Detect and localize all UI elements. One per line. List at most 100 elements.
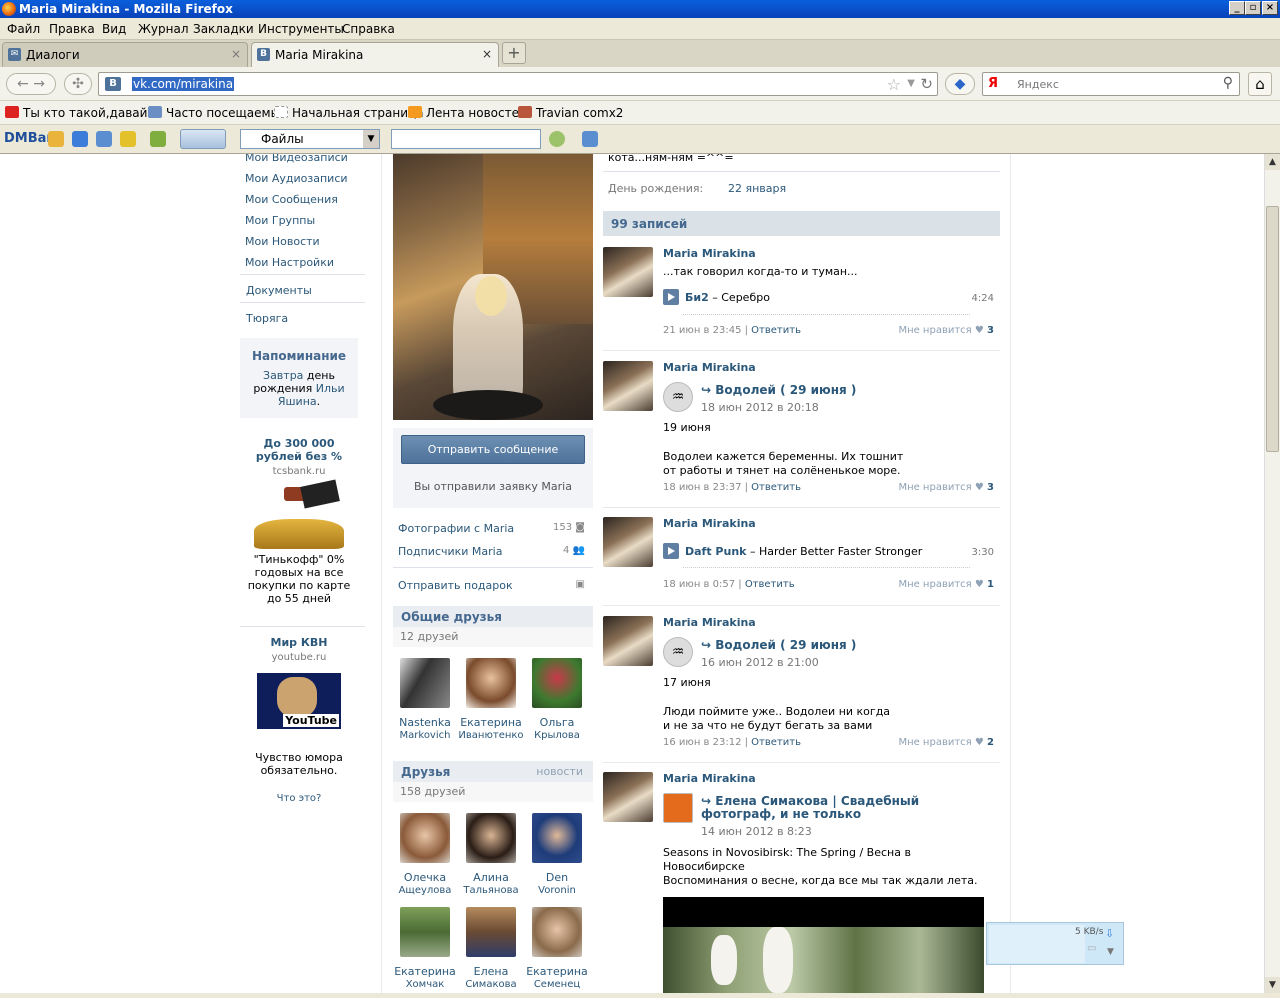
bookmark-item[interactable]: Ты кто такой,давай... [5,106,159,120]
post-author[interactable]: Maria Mirakina [663,772,756,785]
profile-photo[interactable] [393,154,593,420]
friend-card[interactable]: Ольга Крылова [524,658,590,742]
avatar[interactable] [603,517,653,567]
maximize-button[interactable]: ▫ [1245,1,1261,15]
ad-title[interactable]: Мир КВН [240,636,358,649]
files-select[interactable]: Файлы ▼ [240,129,380,149]
repost-title[interactable]: Елена Симакова | Свадебный фотограф, и н… [701,794,919,821]
avatar[interactable] [466,813,516,863]
menu-videos[interactable]: Мои Видеозаписи [245,154,348,164]
bookmark-item[interactable]: Travian comx2 [518,106,623,120]
repost-title[interactable]: Водолей ( 29 июня ) [715,638,856,652]
ad-image-money[interactable] [254,479,344,549]
dmbar-input[interactable] [391,129,541,149]
friend-first-name[interactable]: Екатерина [392,965,458,978]
friend-last-name[interactable]: Симакова [458,978,524,991]
friend-card[interactable]: Екатерина Семенец [524,907,590,991]
avatar[interactable] [603,616,653,666]
bookmark-item[interactable]: Часто посещаемые [148,106,287,120]
track-progress[interactable] [683,314,970,315]
menu-messages[interactable]: Мои Сообщения [245,193,338,206]
bookmark-star-icon[interactable]: ☆ [887,75,901,94]
friend-last-name[interactable]: Тальянова [458,884,524,897]
scrollbar[interactable]: ▲ ▼ [1264,154,1280,993]
friend-last-name[interactable]: Хомчак [392,978,458,991]
avatar[interactable] [532,907,582,957]
post-author[interactable]: Maria Mirakina [663,616,756,629]
chat-icon[interactable]: ▭ [1087,943,1096,954]
repost-source[interactable]: ↪ Водолей ( 29 июня ) [701,639,991,652]
reminder-link-tomorrow[interactable]: Завтра [263,369,303,382]
menu-news[interactable]: Мои Новости [245,235,320,248]
friend-card[interactable]: Олечка Ащеулова [392,813,458,897]
post-date[interactable]: 21 июн в 23:45 [663,325,741,336]
post-image[interactable] [663,897,984,993]
wall-header[interactable]: 99 записей [603,211,1000,236]
repost-date[interactable]: 18 июн 2012 в 20:18 [701,401,819,414]
audio-track[interactable]: Би2 – Серебро [663,289,770,305]
home-icon[interactable]: ⌂ [1248,72,1272,96]
friend-last-name[interactable]: Крылова [524,729,590,742]
menu-file[interactable]: Файл [7,22,40,36]
friends-header[interactable]: Друзья новости [393,761,593,783]
play-icon[interactable] [663,289,679,305]
bookmark-item[interactable]: Начальная страница [274,106,424,120]
download-icon[interactable]: ⇩ [1105,927,1114,940]
avatar[interactable] [400,907,450,957]
reload-icon[interactable]: ↻ [920,75,933,93]
post-author[interactable]: Maria Mirakina [663,247,756,260]
add-icon[interactable] [72,131,88,147]
download-widget[interactable]: 5 KB/s ⇩ ▭ ▼ [986,922,1124,965]
reply-link[interactable]: Ответить [745,579,795,590]
friend-first-name[interactable]: Екатерина [458,716,524,729]
repost-title[interactable]: Водолей ( 29 июня ) [715,383,856,397]
ad-kvn[interactable]: Мир КВН youtube.ru YouTube Чувство юмора… [240,636,358,804]
puzzle-icon[interactable]: ✣ [64,73,92,95]
ad-image-youtube[interactable]: YouTube [257,673,341,729]
menu-settings[interactable]: Мои Настройки [245,256,334,269]
friend-last-name[interactable]: Ащеулова [392,884,458,897]
menu-turyaga[interactable]: Тюряга [246,312,288,325]
friend-first-name[interactable]: Олечка [392,871,458,884]
friend-card[interactable]: Алина Тальянова [458,813,524,897]
friend-card[interactable]: Nastenka Markovich [392,658,458,742]
post-date[interactable]: 18 июн в 23:37 [663,482,741,493]
menu-audios[interactable]: Мои Аудиозаписи [245,172,348,185]
friends-news-link[interactable]: новости [536,765,583,778]
windows-icon[interactable] [96,131,112,147]
friend-first-name[interactable]: Nastenka [392,716,458,729]
menu-history[interactable]: Журнал [138,22,189,36]
friend-first-name[interactable]: Den [524,871,590,884]
scroll-thumb[interactable] [1266,206,1279,452]
avatar[interactable] [603,247,653,297]
aquarius-icon[interactable]: ♒ [663,637,693,667]
scroll-up-icon[interactable]: ▲ [1265,154,1280,170]
minimize-button[interactable]: _ [1229,1,1245,15]
hand-button[interactable] [180,129,226,149]
ad-title[interactable]: До 300 000 рублей без % [240,437,358,463]
friend-first-name[interactable]: Елена [458,965,524,978]
friend-first-name[interactable]: Ольга [524,716,590,729]
post-author[interactable]: Maria Mirakina [663,517,756,530]
post-author[interactable]: Maria Mirakina [663,361,756,374]
track-artist[interactable]: Daft Punk [685,545,746,558]
scroll-down-icon[interactable]: ▼ [1265,977,1280,993]
friend-first-name[interactable]: Екатерина [524,965,590,978]
avatar[interactable] [603,772,653,822]
chevron-down-icon[interactable]: ▼ [1107,947,1114,957]
track-artist[interactable]: Би2 [685,291,709,304]
repost-date[interactable]: 16 июн 2012 в 21:00 [701,656,819,669]
repost-source[interactable]: ↪ Елена Симакова | Свадебный фотограф, и… [701,795,991,821]
ads-what-is-this-link[interactable]: Что это? [240,793,358,804]
play-icon[interactable] [663,543,679,559]
search-bar[interactable]: Я Яндекс ⚲ [982,72,1240,96]
friend-last-name[interactable]: Markovich [392,729,458,742]
menu-documents[interactable]: Документы [246,284,312,297]
friend-last-name[interactable]: Семенец [524,978,590,991]
reply-link[interactable]: Ответить [751,325,801,336]
close-window-button[interactable]: × [1262,1,1278,15]
like-button[interactable]: Мне нравится ♥ 2 [898,737,994,748]
avatar[interactable] [466,658,516,708]
repost-source[interactable]: ↪ Водолей ( 29 июня ) [701,384,991,397]
post-date[interactable]: 18 июн в 0:57 [663,579,735,590]
